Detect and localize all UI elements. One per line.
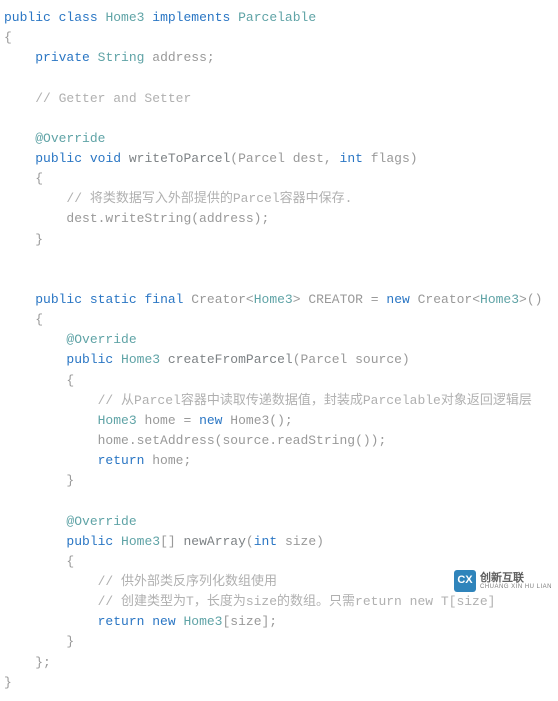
watermark-zh: 创新互联 [480,573,552,584]
brace: } [66,473,74,488]
arr-tail: [size]; [222,614,277,629]
kw-static: static [90,292,137,307]
kw-return: return [98,453,145,468]
brace: { [4,30,12,45]
kw-public: public [4,10,51,25]
watermark-py: CHUANG XIN HU LIAN [480,584,552,590]
method-createFromParcel: createFromParcel [168,352,293,367]
kw-implements: implements [152,10,230,25]
param-flags: flags) [371,151,418,166]
brace: } [35,232,43,247]
method-writeToParcel: writeToParcel [129,151,230,166]
annotation-override: @Override [66,332,136,347]
type-home3: Home3 [480,292,519,307]
stmt-setAddress: home.setAddress(source.readString()); [98,433,387,448]
class-name: Home3 [105,10,144,25]
field-address: address; [152,50,214,65]
lp: ( [246,534,254,549]
kw-new: new [152,614,175,629]
kw-public: public [66,534,113,549]
kw-new: new [386,292,409,307]
comment-getter-setter: // Getter and Setter [35,91,191,106]
brace: }; [35,655,51,670]
type-home3: Home3 [121,352,160,367]
params: (Parcel dest, [230,151,331,166]
stmt-writeString: dest.writeString(address); [66,211,269,226]
gt: > [293,292,301,307]
brace: } [66,634,74,649]
arr: [] [160,534,176,549]
brace: { [66,554,74,569]
kw-public: public [66,352,113,367]
annotation-override: @Override [35,131,105,146]
comment-array2: // 创建类型为T，长度为size的数组。只需return new T[size… [98,594,496,609]
kw-public: public [35,292,82,307]
kw-new: new [199,413,222,428]
code-block: public class Home3 implements Parcelable… [0,0,558,701]
brace: { [35,312,43,327]
watermark-icon: CX [454,570,476,592]
method-newArray: newArray [183,534,245,549]
ctor-home3: Home3(); [230,413,292,428]
var-home: home = [144,413,191,428]
watermark-text: 创新互联 CHUANG XIN HU LIAN [480,573,552,590]
type-creator: Creator< [418,292,480,307]
gt: >() [519,292,542,307]
brace: } [4,675,12,690]
kw-return: return [98,614,145,629]
comment-read: // 从Parcel容器中读取传递数据值，封装成Parcelable对象返回逻辑… [98,393,532,408]
comment-array1: // 供外部类反序列化数组使用 [98,574,277,589]
kw-public: public [35,151,82,166]
var-creator: CREATOR = [308,292,378,307]
type-home3: Home3 [254,292,293,307]
kw-void: void [90,151,121,166]
kw-class: class [59,10,98,25]
type-home3: Home3 [121,534,160,549]
type-string: String [98,50,145,65]
kw-int: int [340,151,363,166]
brace: { [66,373,74,388]
param-size: size) [285,534,324,549]
params: (Parcel source) [293,352,410,367]
type-home3: Home3 [183,614,222,629]
kw-private: private [35,50,90,65]
iface-name: Parcelable [238,10,316,25]
type-home3: Home3 [98,413,137,428]
brace: { [35,171,43,186]
watermark: CX 创新互联 CHUANG XIN HU LIAN [454,570,552,592]
annotation-override: @Override [66,514,136,529]
comment-write: // 将类数据写入外部提供的Parcel容器中保存. [66,191,352,206]
kw-int: int [254,534,277,549]
type-creator: Creator< [191,292,253,307]
ret-home: home; [152,453,191,468]
kw-final: final [144,292,183,307]
